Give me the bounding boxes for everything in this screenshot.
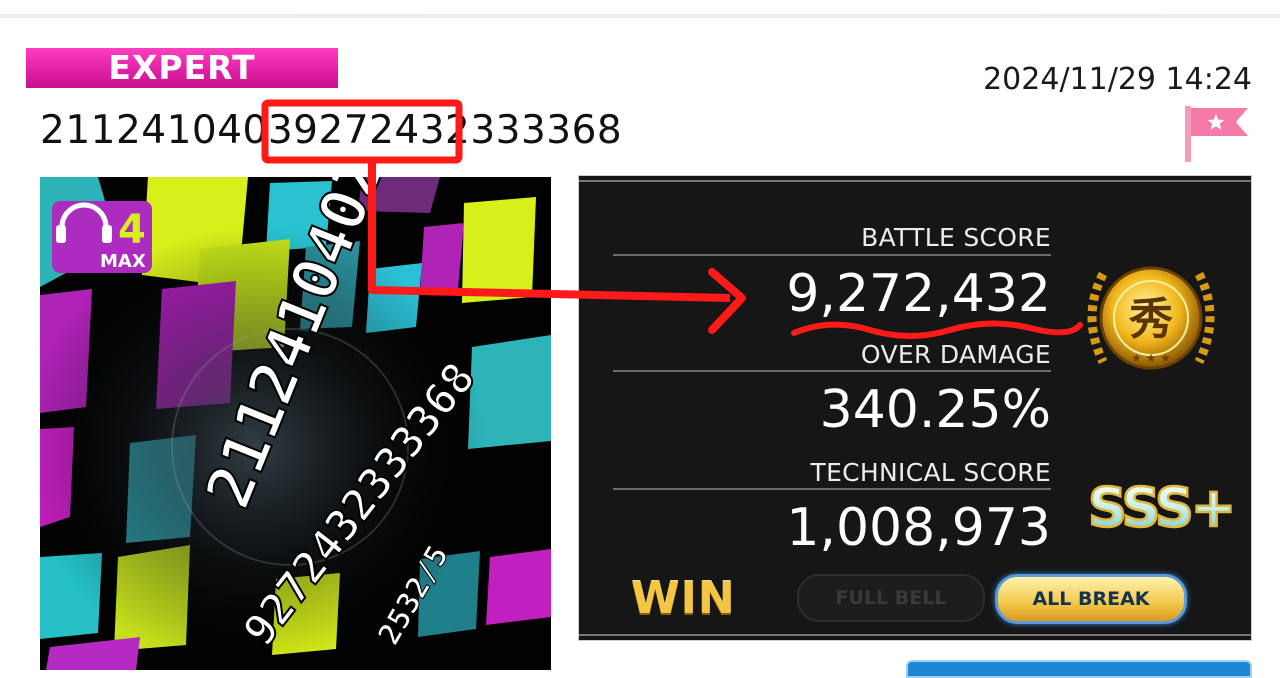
svg-text:4: 4 [118,207,146,253]
battle-score-divider [613,254,1051,256]
full-bell-lamp: FULL BELL [797,574,985,622]
jacket-logo: 4 MAX [52,201,152,273]
rank-text: SSS+ [1088,476,1233,536]
song-jacket: 4 MAX 211241040Z 9272432333368 2532/5 [40,177,551,670]
panel-top-rim [579,180,1251,182]
song-title: 21124104039272432333368 [40,108,623,153]
over-damage-label: OVER DAMAGE [860,340,1051,369]
bottom-action-button[interactable] [906,660,1252,678]
over-damage-divider [613,370,1051,372]
panel-bottom-rim [579,634,1251,636]
top-decoration-left [300,0,420,16]
technical-score-label: TECHNICAL SCORE [810,458,1051,487]
battle-score-label: BATTLE SCORE [861,223,1051,252]
rank-badge: SSS+ [1087,475,1236,536]
all-break-lamp: ALL BREAK [995,574,1187,624]
difficulty-badge: EXPERT [26,48,338,88]
top-decoration-right [1040,0,1160,16]
score-panel: BATTLE SCORE 9,272,432 OVER DAMAGE 340.2… [579,176,1251,640]
win-label: WIN [631,573,736,624]
technical-score-divider [613,488,1051,490]
jacket-logo-text: MAX [100,251,146,272]
over-damage-value: 340.25% [819,380,1051,440]
play-timestamp: 2024/11/29 14:24 [983,62,1252,97]
technical-score-value: 1,008,973 [786,498,1051,558]
medal-glyph: 秀 [1128,294,1173,345]
svg-text:★ ★ ★: ★ ★ ★ [1131,351,1171,365]
flag-icon[interactable] [1182,104,1252,162]
platinum-medal-icon: 秀 ★ ★ ★ [1087,266,1215,370]
jacket-artwork: 4 MAX 211241040Z 9272432333368 2532/5 [40,177,551,670]
battle-score-value: 9,272,432 [786,264,1051,324]
